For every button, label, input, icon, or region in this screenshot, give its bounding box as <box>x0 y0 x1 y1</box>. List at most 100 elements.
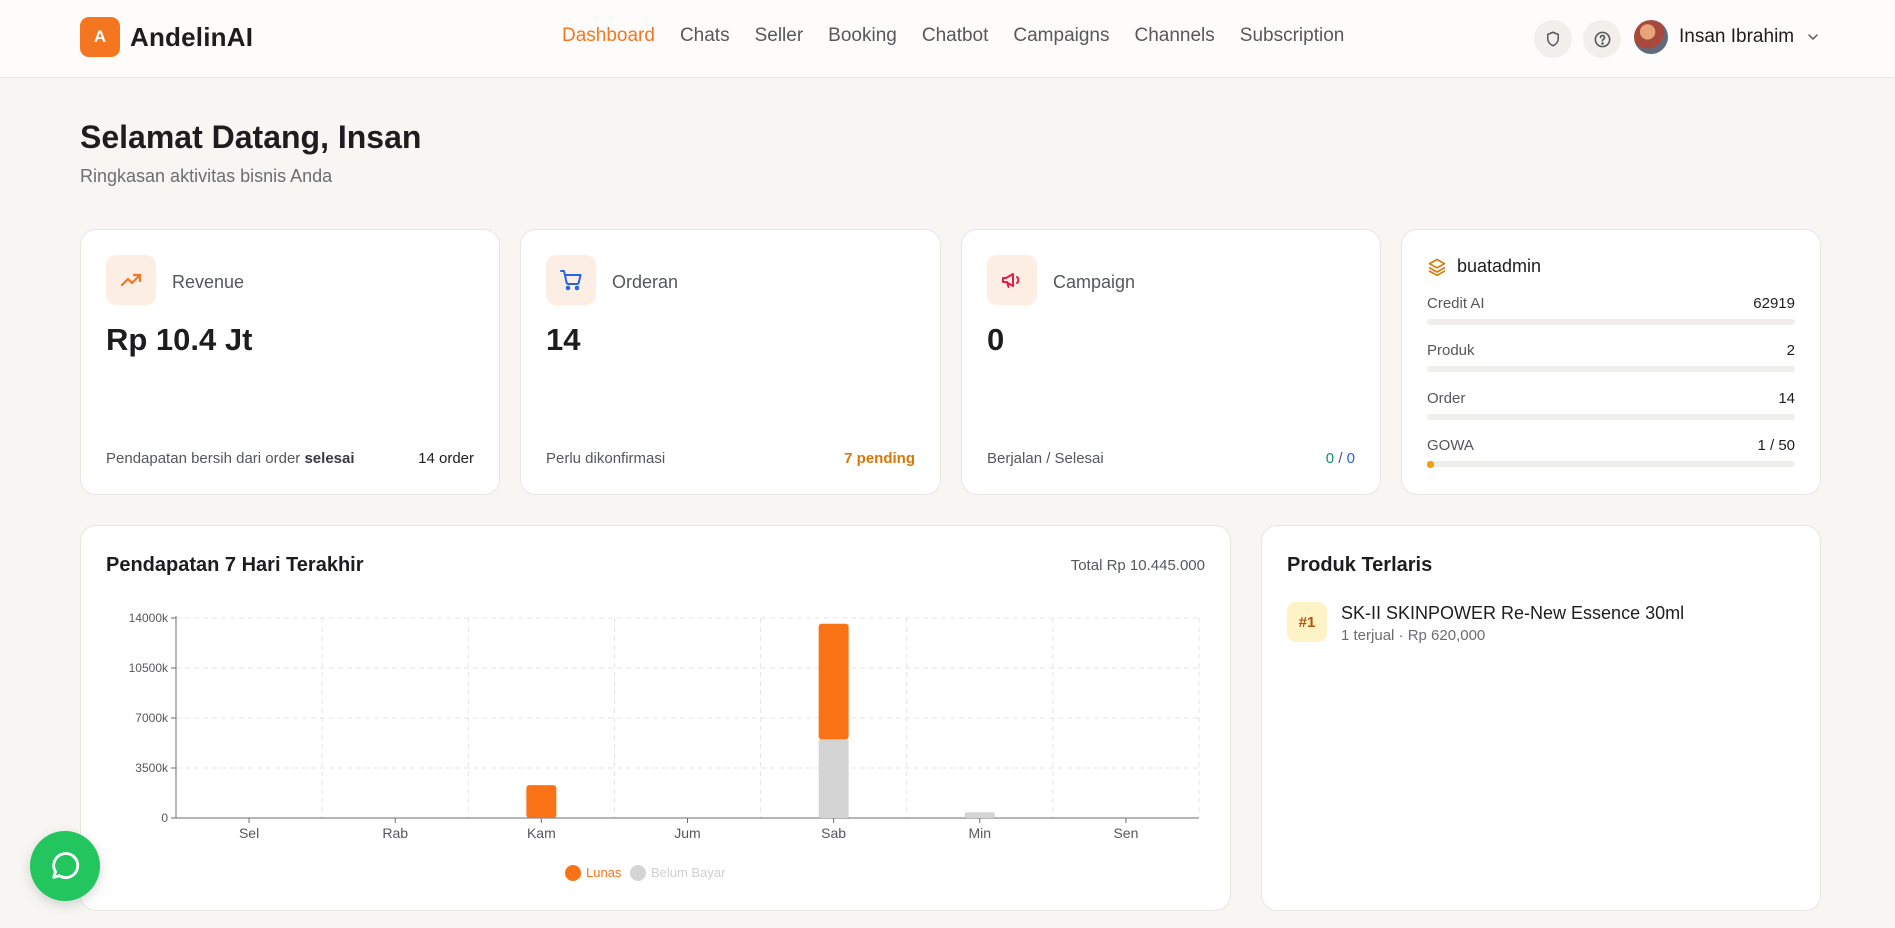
quota-progress <box>1427 460 1795 468</box>
quota-value: 1 / 50 <box>1757 437 1795 454</box>
bar-lunas <box>526 785 557 818</box>
y-tick-label: 3500k <box>135 761 169 775</box>
quota-card: buatadmin Credit AI 62919 Produk 2 Order 14… <box>1401 229 1821 495</box>
quota-value: 14 <box>1778 390 1795 407</box>
top-products-title: Produk Terlaris <box>1287 554 1433 576</box>
x-tick-label: Jum <box>674 825 700 841</box>
nav-subscription[interactable]: Subscription <box>1240 25 1345 47</box>
page-subtitle: Ringkasan aktivitas bisnis Anda <box>80 166 333 186</box>
campaign-footer: Berjalan / Selesai 0 / 0 <box>987 450 1355 467</box>
legend-label-belum-bayar: Belum Bayar <box>651 865 726 880</box>
x-tick-label: Kam <box>527 825 556 841</box>
orders-icon-wrap <box>546 255 596 305</box>
revenue-label: Revenue <box>172 272 245 292</box>
x-tick-label: Min <box>969 825 992 841</box>
page-title: Selamat Datang, Insan <box>80 119 422 155</box>
product-meta: 1 terjual · Rp 620,000 <box>1341 627 1486 644</box>
revenue-value: Rp 10.4 Jt <box>106 322 253 357</box>
cart-icon <box>560 270 582 291</box>
orders-card[interactable]: Orderan 14 Perlu dikonfirmasi 7 pending <box>520 229 941 495</box>
x-tick-label: Sab <box>821 825 846 841</box>
user-menu[interactable]: Insan Ibrahim <box>1634 20 1821 54</box>
quota-value: 62919 <box>1753 295 1795 312</box>
x-tick-label: Rab <box>382 825 408 841</box>
top-products-panel: Produk Terlaris #1 SK-II SKINPOWER Re-Ne… <box>1261 525 1821 911</box>
campaign-counts: 0 / 0 <box>1326 450 1355 467</box>
x-tick-label: Sel <box>239 825 259 841</box>
quota-value: 2 <box>1786 342 1795 359</box>
bar-belum-bayar <box>818 739 849 818</box>
whatsapp-chat-button[interactable] <box>30 831 100 901</box>
y-tick-label: 10500k <box>129 661 169 675</box>
campaign-running: 0 <box>1325 450 1335 467</box>
legend-label-lunas: Lunas <box>586 865 622 880</box>
quota-row-credit: Credit AI 62919 <box>1427 295 1795 325</box>
quota-progress-fill <box>1427 460 1435 468</box>
help-icon <box>1594 31 1610 47</box>
revenue-foot-prefix: Pendapatan bersih dari order <box>106 450 301 467</box>
legend-swatch-belum-bayar <box>630 865 646 881</box>
quota-label: Credit AI <box>1427 295 1485 312</box>
chat-bubble-icon <box>52 852 80 879</box>
quota-label: GOWA <box>1427 437 1474 454</box>
app-logo[interactable]: A AndelinAI <box>80 17 253 57</box>
quota-row-produk: Produk 2 <box>1427 342 1795 372</box>
revenue-card[interactable]: Revenue Rp 10.4 Jt Pendapatan bersih dar… <box>80 229 500 495</box>
rank-badge: #1 <box>1287 602 1327 642</box>
campaign-value: 0 <box>987 322 1005 357</box>
top-navbar: A AndelinAI Dashboard Chats Seller Booki… <box>0 0 1895 78</box>
avatar <box>1634 20 1668 54</box>
orders-footer: Perlu dikonfirmasi 7 pending <box>546 450 915 467</box>
nav-campaigns[interactable]: Campaigns <box>1013 25 1109 47</box>
y-tick-label: 0 <box>161 811 168 825</box>
nav-chats[interactable]: Chats <box>680 25 730 47</box>
legend-swatch-lunas <box>565 865 581 881</box>
orders-value: 14 <box>546 322 581 357</box>
x-tick-label: Sen <box>1113 825 1138 841</box>
product-name: SK-II SKINPOWER Re-New Essence 30ml <box>1341 603 1685 623</box>
app-name: AndelinAI <box>130 21 254 52</box>
bar-belum-bayar <box>964 812 995 818</box>
list-item[interactable]: #1 SK-II SKINPOWER Re-New Essence 30ml 1… <box>1287 602 1684 644</box>
y-tick-label: 14000k <box>129 611 169 625</box>
revenue-icon-wrap <box>106 255 156 305</box>
quota-progress <box>1427 414 1795 420</box>
shield-icon <box>1547 31 1559 47</box>
campaign-separator: / <box>1338 450 1343 467</box>
nav-channels[interactable]: Channels <box>1135 25 1215 47</box>
quota-label: Order <box>1427 390 1466 407</box>
quota-progress <box>1427 319 1795 325</box>
orders-pending-badge: 7 pending <box>844 450 915 467</box>
campaign-icon-wrap <box>987 255 1037 305</box>
revenue-chart-panel: Pendapatan 7 Hari Terakhir Total Rp 10.4… <box>80 525 1231 911</box>
user-name: Insan Ibrahim <box>1679 26 1795 47</box>
quota-account-name: buatadmin <box>1457 256 1542 276</box>
nav-seller[interactable]: Seller <box>755 25 804 47</box>
revenue-foot-text: Pendapatan bersih dari order selesai <box>106 450 355 467</box>
campaign-done: 0 <box>1346 450 1355 467</box>
quota-progress <box>1427 366 1795 372</box>
quota-header: buatadmin <box>1427 256 1541 277</box>
help-button[interactable] <box>1583 20 1621 58</box>
main-nav: Dashboard Chats Seller Booking Chatbot C… <box>562 25 1344 47</box>
revenue-order-count: 14 order <box>418 450 474 467</box>
campaign-card[interactable]: Campaign 0 Berjalan / Selesai 0 / 0 <box>961 229 1381 495</box>
shield-button[interactable] <box>1534 20 1572 58</box>
revenue-foot-bold: selesai <box>304 450 355 467</box>
campaign-label: Campaign <box>1053 272 1136 292</box>
quota-row-order: Order 14 <box>1427 390 1795 420</box>
layers-icon <box>1428 258 1446 276</box>
logo-mark: A <box>80 17 120 57</box>
y-tick-label: 7000k <box>135 711 169 725</box>
revenue-footer: Pendapatan bersih dari order selesai 14 … <box>106 450 474 467</box>
quota-label: Produk <box>1427 342 1475 359</box>
nav-dashboard[interactable]: Dashboard <box>562 25 655 47</box>
bar-lunas <box>818 623 849 740</box>
chevron-down-icon <box>1808 34 1818 40</box>
revenue-bar-chart: 0 3500k 7000k 10500k 14000k Sel Rab Kam Jum Sab Mi… <box>129 611 1200 881</box>
trending-up-icon <box>120 273 142 287</box>
quota-row-gowa: GOWA 1 / 50 <box>1427 437 1795 468</box>
nav-booking[interactable]: Booking <box>828 25 897 47</box>
orders-label: Orderan <box>612 272 679 292</box>
nav-chatbot[interactable]: Chatbot <box>922 25 989 47</box>
